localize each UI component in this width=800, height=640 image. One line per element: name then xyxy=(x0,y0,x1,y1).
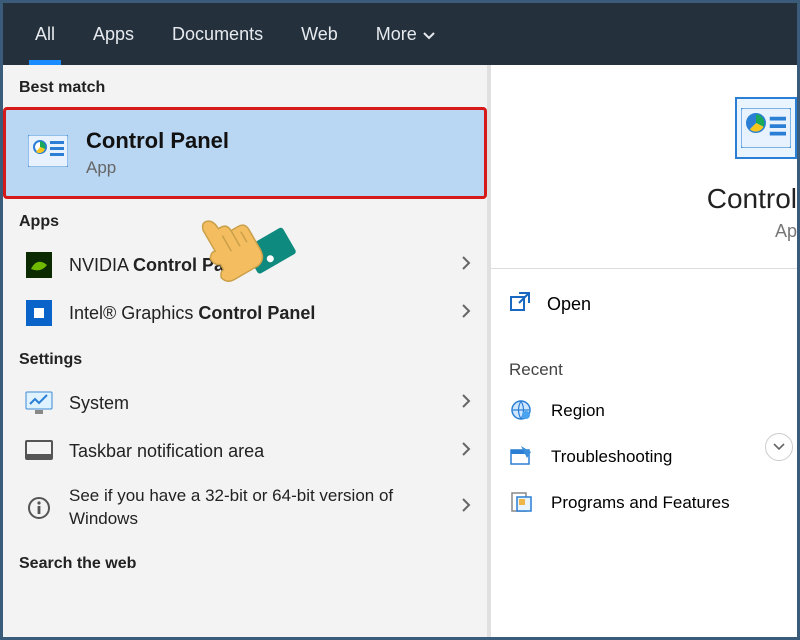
tab-more-label: More xyxy=(376,24,417,45)
tab-apps[interactable]: Apps xyxy=(89,3,138,65)
results-column: Best match Control Panel App xyxy=(3,65,491,637)
recent-item-label: Region xyxy=(551,401,605,421)
programs-icon xyxy=(509,490,535,516)
best-match-subtitle: App xyxy=(86,158,229,178)
section-best-match: Best match xyxy=(3,65,487,107)
section-search-web: Search the web xyxy=(3,541,487,583)
recent-item-troubleshooting[interactable]: Troubleshooting xyxy=(491,434,797,480)
control-panel-icon xyxy=(28,135,68,172)
settings-result-label: System xyxy=(69,393,445,414)
section-apps: Apps xyxy=(3,199,487,241)
app-result-intel[interactable]: Intel® Graphics Control Panel xyxy=(3,289,487,337)
chevron-right-icon xyxy=(461,497,471,518)
app-result-label: Intel® Graphics Control Panel xyxy=(69,303,445,324)
tab-apps-label: Apps xyxy=(93,24,134,45)
settings-result-bitversion[interactable]: See if you have a 32-bit or 64-bit versi… xyxy=(3,475,487,541)
settings-result-system[interactable]: System xyxy=(3,379,487,427)
taskbar-icon xyxy=(25,437,53,465)
section-settings: Settings xyxy=(3,337,487,379)
preview-subtitle: Ap xyxy=(491,221,797,242)
settings-result-taskbar[interactable]: Taskbar notification area xyxy=(3,427,487,475)
nvidia-icon xyxy=(25,251,53,279)
tab-all[interactable]: All xyxy=(31,3,59,65)
app-result-nvidia[interactable]: NVIDIA Control Panel xyxy=(3,241,487,289)
best-match-result[interactable]: Control Panel App xyxy=(3,107,487,199)
globe-icon xyxy=(509,398,535,424)
info-icon xyxy=(25,494,53,522)
action-open-label: Open xyxy=(547,294,591,315)
chevron-down-icon[interactable] xyxy=(765,433,793,461)
best-match-title: Control Panel xyxy=(86,128,229,154)
tab-documents[interactable]: Documents xyxy=(168,3,267,65)
monitor-icon xyxy=(25,389,53,417)
preview-title: Control xyxy=(491,183,797,215)
recent-label: Recent xyxy=(491,340,797,388)
recent-item-label: Programs and Features xyxy=(551,493,730,513)
chevron-right-icon xyxy=(461,393,471,414)
intel-icon xyxy=(25,299,53,327)
chevron-right-icon xyxy=(461,255,471,276)
chevron-right-icon xyxy=(461,441,471,462)
recent-item-programs[interactable]: Programs and Features xyxy=(491,480,797,526)
open-icon xyxy=(509,291,531,318)
action-open[interactable]: Open xyxy=(491,269,797,340)
recent-item-region[interactable]: Region xyxy=(491,388,797,434)
tab-all-label: All xyxy=(35,24,55,45)
troubleshoot-icon xyxy=(509,444,535,470)
settings-result-label: Taskbar notification area xyxy=(69,441,445,462)
recent-item-label: Troubleshooting xyxy=(551,447,672,467)
chevron-right-icon xyxy=(461,303,471,324)
control-panel-icon xyxy=(735,97,797,159)
preview-pane: Control Ap Open Recent Region xyxy=(491,65,797,637)
app-result-label: NVIDIA Control Panel xyxy=(69,255,445,276)
settings-result-label: See if you have a 32-bit or 64-bit versi… xyxy=(69,485,445,531)
tab-web-label: Web xyxy=(301,24,338,45)
tab-web[interactable]: Web xyxy=(297,3,342,65)
tab-documents-label: Documents xyxy=(172,24,263,45)
chevron-down-icon xyxy=(423,24,435,45)
tab-more[interactable]: More xyxy=(372,3,439,65)
search-tabs-bar: All Apps Documents Web More xyxy=(3,3,797,65)
